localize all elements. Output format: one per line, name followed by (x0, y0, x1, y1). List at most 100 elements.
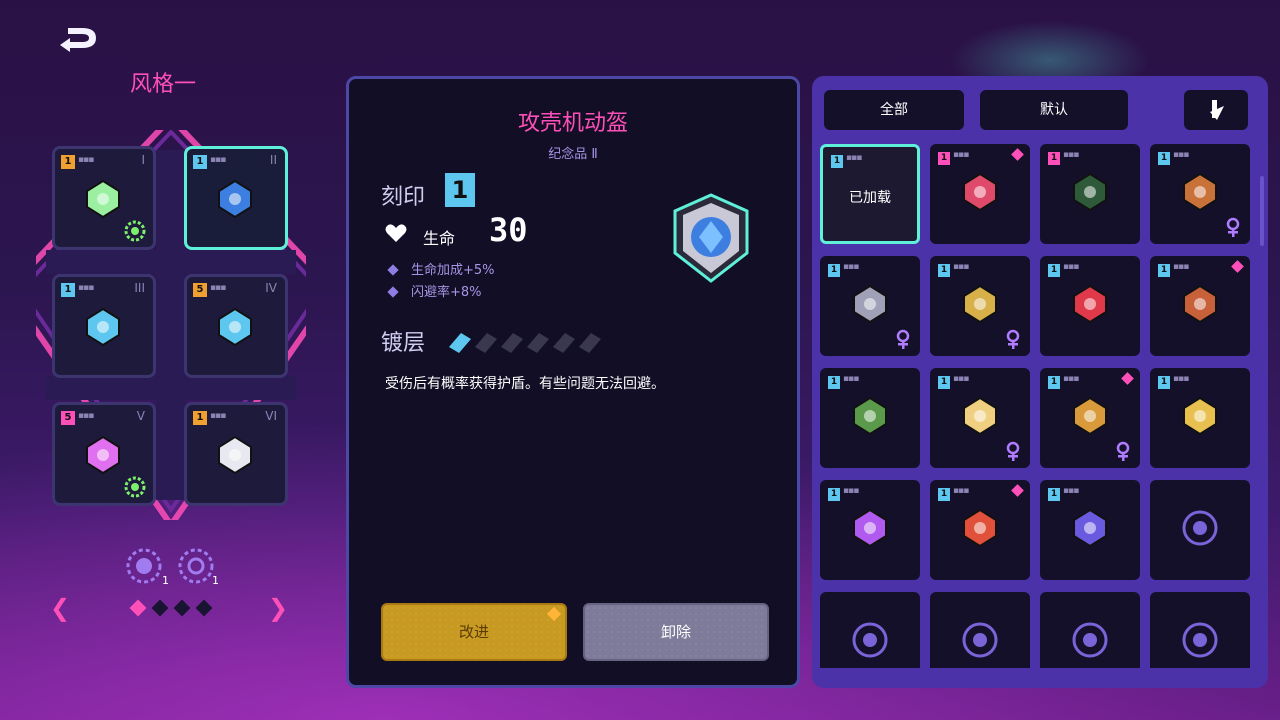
inventory-item[interactable] (1150, 480, 1250, 580)
filter-all-button[interactable]: 全部 (824, 90, 964, 130)
slot-rank-dots: ▪▪▪ (210, 411, 226, 421)
loadout-slot[interactable]: 1 ▪▪▪ II (184, 146, 288, 250)
coating-progress (449, 333, 601, 353)
egg-icon (848, 506, 892, 550)
inventory-item[interactable] (820, 592, 920, 668)
potion-icon (1116, 441, 1130, 461)
heart-icon (385, 224, 407, 242)
slot-level-badge: 1 (193, 411, 207, 425)
slot-roman-numeral: V (136, 409, 145, 423)
item-level-badge: 1 (938, 264, 950, 277)
page-indicator-dot (129, 599, 147, 617)
equipped-label: 已加载 (849, 190, 891, 206)
loadout-slot[interactable]: 1 ▪▪▪ VI (184, 402, 288, 506)
inventory-item[interactable]: 1 ▪▪▪ (820, 256, 920, 356)
item-rank-dots: ▪▪▪ (1063, 262, 1079, 272)
item-rank-dots: ▪▪▪ (1063, 150, 1079, 160)
loadout-slot[interactable]: 1 ▪▪▪ I (52, 146, 156, 250)
item-level-badge: 1 (1158, 152, 1170, 165)
bullet-diamond-icon (387, 264, 399, 276)
ring-icon (213, 305, 265, 357)
loadout-style-title[interactable]: 风格一 (130, 66, 196, 98)
remove-button[interactable]: 卸除 (583, 603, 769, 661)
inventory-item[interactable]: 1 ▪▪▪ 已加载 (820, 144, 920, 244)
prev-page-icon[interactable]: ❮ (50, 594, 70, 622)
inventory-item[interactable]: 1 ▪▪▪ (1040, 368, 1140, 468)
inventory-item[interactable]: 1 ▪▪▪ (1040, 480, 1140, 580)
inventory-item[interactable]: 1 ▪▪▪ (930, 480, 1030, 580)
slot-roman-numeral: III (134, 281, 145, 295)
bowl-icon (958, 394, 1002, 438)
coating-pip (553, 333, 575, 353)
item-rank-dots: ▪▪▪ (843, 262, 859, 272)
bunny-icon (896, 329, 910, 349)
frog-icon (848, 394, 892, 438)
inventory-item[interactable]: 1 ▪▪▪ (1150, 144, 1250, 244)
inventory-item[interactable]: 1 ▪▪▪ (1150, 256, 1250, 356)
bonus-text: 闪避率+8% (411, 285, 482, 300)
skull-core-icon (126, 548, 162, 584)
item-name: 攻壳机动盔 (517, 111, 628, 136)
horse-mask-icon (213, 433, 265, 485)
sort-button[interactable] (1184, 90, 1248, 130)
bonus-text: 生命加成+5% (411, 263, 495, 278)
inventory-item[interactable]: 1 ▪▪▪ (820, 368, 920, 468)
upgrade-button[interactable]: 改进 (381, 603, 567, 661)
loadout-slot[interactable]: 5 ▪▪▪ IV (184, 274, 288, 378)
locked-heart-icon (1178, 506, 1222, 550)
inventory-item[interactable]: 1 ▪▪▪ (1150, 368, 1250, 468)
back-arrow-icon[interactable] (56, 24, 102, 54)
item-level-badge: 1 (1158, 264, 1170, 277)
page-indicator-dot (151, 599, 169, 617)
next-page-icon[interactable]: ❯ (268, 594, 288, 622)
item-level-badge: 1 (1048, 152, 1060, 165)
locked-face-icon (1068, 618, 1112, 662)
bonus-row: 生命加成+5% (387, 259, 495, 278)
inventory-item[interactable] (1150, 592, 1250, 668)
item-level-badge: 1 (831, 155, 843, 168)
item-level-badge: 1 (828, 264, 840, 277)
item-level-badge: 1 (938, 376, 950, 389)
slot-rank-dots: ▪▪▪ (78, 283, 94, 293)
inventory-item[interactable] (1040, 592, 1140, 668)
inventory-grid: 1 ▪▪▪ 已加载 1 ▪▪▪ 1 ▪▪▪ 1 ▪▪▪ 1 ▪▪▪ 1 ▪▪▪ 1 ▪▪▪ 1 ▪▪▪ 1 ▪▪▪ 1… (820, 144, 1260, 668)
inventory-item[interactable]: 1 ▪▪▪ (1040, 256, 1140, 356)
new-item-marker (1121, 372, 1134, 385)
filter-default-button[interactable]: 默认 (980, 90, 1128, 130)
gear-icon (124, 476, 146, 498)
drumstick-icon (958, 506, 1002, 550)
item-rank-dots: ▪▪▪ (953, 262, 969, 272)
loadout-slot[interactable]: 5 ▪▪▪ V (52, 402, 156, 506)
loadout-pager: ❮ ❯ (50, 592, 294, 624)
hp-label: 生命 (423, 229, 456, 248)
inventory-item[interactable]: 1 ▪▪▪ (930, 368, 1030, 468)
item-rank-dots: ▪▪▪ (843, 486, 859, 496)
chip-icon (81, 305, 133, 357)
new-item-marker (1011, 484, 1024, 497)
sort-icon (1210, 100, 1224, 120)
gear-core-count: 1 (212, 574, 219, 587)
inventory-item[interactable]: 1 ▪▪▪ (930, 144, 1030, 244)
inventory-item[interactable]: 1 ▪▪▪ (820, 480, 920, 580)
inventory-item[interactable]: 1 ▪▪▪ (930, 256, 1030, 356)
item-level-badge: 1 (938, 152, 950, 165)
item-level-badge: 1 (1048, 376, 1060, 389)
slot-roman-numeral: VI (265, 409, 277, 423)
locked-orb-icon (848, 618, 892, 662)
loadout-slot[interactable]: 1 ▪▪▪ III (52, 274, 156, 378)
item-level-badge: 1 (1048, 488, 1060, 501)
slot-level-badge: 1 (61, 283, 75, 297)
target-icon (958, 170, 1002, 214)
item-description: 受伤后有概率获得护盾。有些问题无法回避。 (385, 376, 665, 392)
locked-head-icon (958, 618, 1002, 662)
slot-roman-numeral: II (269, 153, 277, 167)
inventory-item[interactable]: 1 ▪▪▪ (1040, 144, 1140, 244)
inventory-item[interactable] (930, 592, 1030, 668)
bullet-diamond-icon (387, 286, 399, 298)
bag-icon (1178, 170, 1222, 214)
inventory-scrollbar[interactable] (1260, 176, 1264, 246)
slot-rank-dots: ▪▪▪ (210, 155, 226, 165)
inscription-level-badge: 1 (445, 173, 475, 207)
item-rank-dots: ▪▪▪ (1063, 486, 1079, 496)
gem-icon (546, 606, 562, 622)
